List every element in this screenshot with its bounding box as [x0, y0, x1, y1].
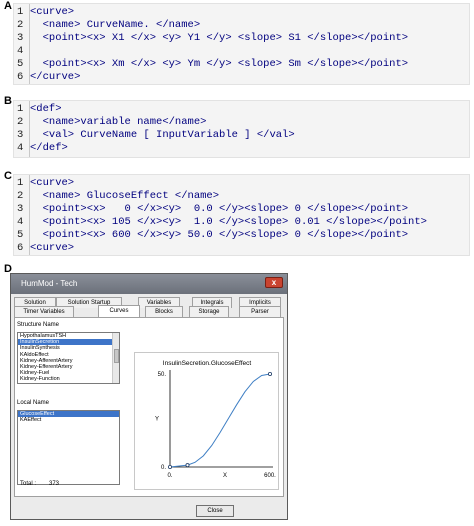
- tab-parser[interactable]: Parser: [239, 306, 281, 317]
- y-tick-label: 50.: [158, 372, 167, 378]
- curve-chart-frame: InsulinSecretion.GlucoseEffect 50. 0. 0. 600…: [134, 352, 279, 490]
- data-point: [267, 371, 272, 376]
- tab-timer-variables[interactable]: Timer Variables: [14, 306, 74, 317]
- hummod-window: HumMod - Tech x Solution Solution Startu…: [10, 273, 288, 520]
- tab-curves[interactable]: Curves: [98, 305, 140, 317]
- code-text: <point><x> X1 </x> <y> Y1 </y> <slope> S…: [30, 32, 409, 44]
- code-text: <name> CurveName. </name>: [30, 19, 201, 31]
- code-line: 6 <curve>: [14, 242, 469, 255]
- code-lines: 1 <curve> 2 <name> CurveName. </name> 3 <po…: [14, 6, 469, 84]
- line-number: 4: [17, 142, 24, 154]
- chart-title: InsulinSecretion.GlucoseEffect: [163, 360, 252, 367]
- total-label: Total :: [20, 481, 37, 487]
- window-titlebar: HumMod - Tech: [11, 274, 287, 294]
- line-number: 4: [17, 45, 24, 57]
- tab-storage[interactable]: Storage: [189, 306, 229, 317]
- structure-list-item[interactable]: Kidney-Function: [18, 376, 119, 382]
- y-tick-label: 0.: [161, 465, 166, 471]
- structure-items: HypothalamusTSH InsulinSecretion InsulinSy…: [18, 333, 119, 383]
- tab-blocks[interactable]: Blocks: [145, 306, 183, 317]
- code-text: </curve>: [30, 71, 81, 83]
- code-line: 3 <point><x> 0 </x><y> 0.0 </y><slope> 0…: [14, 203, 469, 216]
- line-number: 2: [17, 190, 24, 202]
- code-text: <val> CurveName [ InputVariable ] </val>: [30, 129, 295, 141]
- code-line: 1 <curve>: [14, 6, 469, 19]
- close-button[interactable]: Close: [196, 505, 234, 517]
- code-lines: 1 <def> 2 <name>variable name</name> 3 <val…: [14, 103, 469, 155]
- panel-label-a: A: [4, 0, 12, 12]
- code-text: <def>: [30, 103, 62, 115]
- line-number: 3: [17, 203, 24, 215]
- line-number-gutter: [29, 4, 30, 84]
- x-axis-label: X: [223, 473, 227, 479]
- window-title: HumMod - Tech: [21, 279, 78, 288]
- code-line: 2 <name> CurveName. </name>: [14, 19, 469, 32]
- code-text: <name> GlucoseEffect </name>: [30, 190, 220, 202]
- line-number: 6: [17, 71, 24, 83]
- code-line: 2 <name>variable name</name>: [14, 116, 469, 129]
- structure-name-list[interactable]: HypothalamusTSH InsulinSecretion InsulinSy…: [17, 332, 120, 384]
- code-text: <curve>: [30, 6, 75, 18]
- code-line: 1 <curve>: [14, 177, 469, 190]
- code-line: 3 <val> CurveName [ InputVariable ] </va…: [14, 129, 469, 142]
- code-line: 3 <point><x> X1 </x> <y> Y1 </y> <slope>…: [14, 32, 469, 45]
- line-number: 6: [17, 242, 24, 254]
- line-number: 1: [17, 103, 24, 115]
- line-number: 1: [17, 177, 24, 189]
- curve-chart: InsulinSecretion.GlucoseEffect 50. 0.0. 600…: [155, 360, 276, 479]
- code-text: <point><x> Xm </x> <y> Ym </y> <slope> S…: [30, 58, 409, 70]
- data-point: [185, 463, 190, 468]
- line-number-gutter: [29, 175, 30, 255]
- structure-list-scrollbar[interactable]: [112, 333, 119, 383]
- code-line: 4 <point><x> 105 </x><y> 1.0 </y><slope>…: [14, 216, 469, 229]
- y-axis-label: Y: [155, 417, 159, 423]
- series-curve: [187, 373, 271, 466]
- x-tick-label: 0.: [167, 473, 172, 479]
- local-name-label: Local Name: [17, 400, 50, 406]
- code-block-a: 1 <curve> 2 <name> CurveName. </name> 3 <po…: [13, 3, 470, 85]
- code-text: <curve>: [30, 177, 75, 189]
- code-text: <curve>: [30, 242, 75, 254]
- line-number: 2: [17, 19, 24, 31]
- code-line: 1 <def>: [14, 103, 469, 116]
- code-line: 5 <point><x> Xm </x> <y> Ym </y> <slope>…: [14, 58, 469, 71]
- local-name-list[interactable]: GlucoseEffect KAEffect: [17, 410, 120, 485]
- line-number: 5: [17, 58, 24, 70]
- data-point: [168, 465, 173, 470]
- code-line: 4 </def>: [14, 142, 469, 155]
- code-text: <point><x> 0 </x><y> 0.0 </y><slope> 0 <…: [30, 203, 409, 215]
- panel-label-b: B: [4, 95, 12, 107]
- line-number-gutter: [29, 101, 30, 157]
- panel-label-c: C: [4, 170, 12, 182]
- total-value: 373: [49, 481, 60, 487]
- line-number: 2: [17, 116, 24, 128]
- code-block-c: 1 <curve> 2 <name> GlucoseEffect </name> 3 …: [13, 174, 470, 256]
- line-number: 5: [17, 229, 24, 241]
- window-close-button[interactable]: x: [265, 277, 283, 288]
- code-line: 2 <name> GlucoseEffect </name>: [14, 190, 469, 203]
- line-number: 4: [17, 216, 24, 228]
- code-lines: 1 <curve> 2 <name> GlucoseEffect </name> 3 …: [14, 177, 469, 255]
- code-line: 4: [14, 45, 469, 58]
- scrollbar-thumb[interactable]: [114, 349, 119, 363]
- line-number: 1: [17, 6, 24, 18]
- line-number: 3: [17, 32, 24, 44]
- code-line: 5 <point><x> 600 </x><y> 50.0 </y><slope…: [14, 229, 469, 242]
- code-text: </def>: [30, 142, 68, 154]
- local-items: GlucoseEffect KAEffect: [18, 411, 119, 423]
- structure-name-label: Structure Name: [17, 322, 60, 328]
- code-block-b: 1 <def> 2 <name>variable name</name> 3 <val…: [13, 100, 470, 158]
- code-line: 6 </curve>: [14, 71, 469, 84]
- local-list-item[interactable]: KAEffect: [18, 417, 119, 423]
- code-text: <point><x> 600 </x><y> 50.0 </y><slope> …: [30, 229, 409, 241]
- line-number: 3: [17, 129, 24, 141]
- code-text: <name>variable name</name>: [30, 116, 207, 128]
- x-tick-label: 600.: [264, 473, 276, 479]
- code-text: <point><x> 105 </x><y> 1.0 </y><slope> 0…: [30, 216, 427, 228]
